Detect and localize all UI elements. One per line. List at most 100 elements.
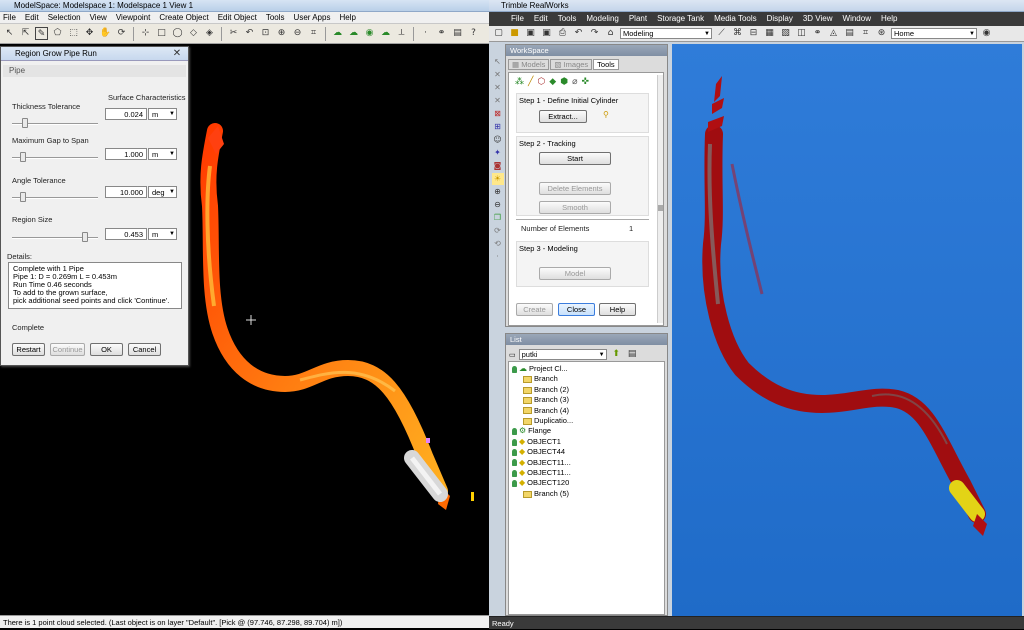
save-as-icon[interactable]: ▣ (540, 27, 553, 40)
fit-icon[interactable]: ◆ (549, 76, 556, 87)
surface-icon[interactable]: ⬢ (560, 76, 568, 87)
menu-viewpoint[interactable]: Viewpoint (116, 12, 151, 23)
help-icon[interactable]: ? (467, 27, 480, 40)
zoom-fit-icon[interactable]: ⊖ (291, 27, 304, 40)
details-textbox[interactable]: Complete with 1 Pipe Pipe 1: D = 0.269m … (8, 262, 182, 309)
list-item[interactable]: Branch (4) (512, 406, 661, 416)
tab-tools[interactable]: Tools (593, 59, 619, 70)
cross2-icon[interactable]: ✕ (492, 82, 504, 94)
clip-icon[interactable]: ▧ (779, 27, 792, 40)
angle-tolerance-input[interactable]: 10.000 (105, 186, 147, 198)
list-combo[interactable]: putki ▼ (518, 349, 607, 360)
thickness-tolerance-unit[interactable]: m ▼ (148, 108, 177, 120)
pan-icon[interactable]: ✋ (99, 27, 112, 40)
view-icon[interactable]: ◫ (795, 27, 808, 40)
cursor-icon[interactable]: ↖ (3, 27, 16, 40)
grid-icon[interactable]: ⌗ (859, 27, 872, 40)
folder-up-icon[interactable]: ⬆ (610, 348, 623, 361)
filter-icon[interactable]: ⌘ (731, 27, 744, 40)
region-size-thumb[interactable] (82, 232, 89, 242)
menu-file[interactable]: File (3, 12, 16, 23)
rotate-icon[interactable]: ⟳ (115, 27, 128, 40)
extract-button[interactable]: Extract... (539, 110, 587, 123)
menu-display[interactable]: Display (767, 12, 793, 26)
start-button[interactable]: Start (539, 152, 611, 165)
menu-edit[interactable]: Edit (25, 12, 39, 23)
menu-3d-view[interactable]: 3D View (803, 12, 833, 26)
line-icon[interactable]: ╱ (528, 76, 533, 87)
list-item[interactable]: Branch (2) (512, 385, 661, 395)
menu-edit-object[interactable]: Edit Object (218, 12, 257, 23)
rect-select-icon[interactable]: ⬚ (67, 27, 80, 40)
list-item[interactable]: Branch (3) (512, 395, 661, 405)
new-icon[interactable]: ▢ (492, 27, 505, 40)
scan-icon[interactable]: ⊞ (492, 121, 504, 133)
list-item[interactable]: ◆ OBJECT44 (512, 447, 661, 457)
max-gap-input[interactable]: 1.000 (105, 148, 147, 160)
menu-tools[interactable]: Tools (266, 12, 285, 23)
menu-media-tools[interactable]: Media Tools (714, 12, 757, 26)
smooth-button[interactable]: Smooth (539, 201, 611, 214)
menu-create-object[interactable]: Create Object (159, 12, 208, 23)
realworks-viewport[interactable] (672, 44, 1022, 616)
cancel-button[interactable]: Cancel (128, 343, 161, 356)
max-gap-thumb[interactable] (20, 152, 26, 162)
list-item[interactable]: ◆ OBJECT11... (512, 468, 661, 478)
link-icon[interactable]: ⚭ (435, 27, 448, 40)
open-icon[interactable]: ■ (508, 27, 521, 40)
select-icon[interactable]: ⇱ (19, 27, 32, 40)
node-icon[interactable]: ◈ (203, 27, 216, 40)
visibility-bulb-icon[interactable] (512, 438, 517, 446)
view-mode-icon[interactable]: ▤ (626, 348, 639, 361)
menu-plant[interactable]: Plant (629, 12, 647, 26)
mesh-icon[interactable]: ◉ (363, 27, 376, 40)
crosshair-icon[interactable]: ⊹ (139, 27, 152, 40)
zoom-out-icon[interactable]: ⊖ (492, 199, 504, 211)
axes-icon[interactable]: ✦ (492, 147, 504, 159)
redo-icon[interactable]: ↷ (588, 27, 601, 40)
max-gap-unit[interactable]: m ▼ (148, 148, 177, 160)
diamond-icon[interactable]: ◇ (187, 27, 200, 40)
cylinder-icon[interactable]: ⌀ (572, 76, 577, 87)
model-button[interactable]: Model (539, 267, 611, 280)
cut-icon[interactable]: ✂ (227, 27, 240, 40)
continue-button[interactable]: Continue (50, 343, 85, 356)
cut-plane-icon[interactable]: ⊟ (747, 27, 760, 40)
visibility-bulb-icon[interactable] (512, 428, 517, 436)
scroll-thumb[interactable] (658, 205, 663, 211)
ok-button[interactable]: OK (90, 343, 123, 356)
menu-user-apps[interactable]: User Apps (294, 12, 331, 23)
print-icon[interactable]: ⎙ (556, 27, 569, 40)
shape-icon[interactable]: ⬡ (537, 76, 545, 87)
list-item[interactable]: ◆ OBJECT11... (512, 458, 661, 468)
cloud-icon[interactable]: ☁ (331, 27, 344, 40)
measure-icon[interactable]: ⟂ (395, 27, 408, 40)
save-icon[interactable]: ▣ (524, 27, 537, 40)
person-icon[interactable]: ☺ (492, 134, 504, 146)
zoom-box-icon[interactable]: ⊠ (492, 108, 504, 120)
restart-button[interactable]: Restart (12, 343, 45, 356)
visibility-bulb-icon[interactable] (512, 459, 517, 467)
close-icon[interactable]: ✕ (170, 47, 184, 60)
menu-tools[interactable]: Tools (558, 12, 577, 26)
region-size-unit[interactable]: m ▼ (148, 228, 177, 240)
list-item[interactable]: ◆ OBJECT120 (512, 478, 661, 488)
polygon-icon[interactable]: ⬠ (51, 27, 64, 40)
list-item[interactable]: ◆ OBJECT1 (512, 437, 661, 447)
tab-models[interactable]: ▦ Models (508, 59, 550, 70)
visibility-bulb-icon[interactable] (512, 365, 517, 373)
layer-icon[interactable]: ▤ (451, 27, 464, 40)
cloud-points-icon[interactable]: ⁂ (515, 76, 524, 87)
delete-elements-button[interactable]: Delete Elements (539, 182, 611, 195)
point-icon[interactable]: · (419, 27, 432, 40)
tape-icon[interactable]: ⟋ (715, 27, 728, 40)
thickness-tolerance-thumb[interactable] (21, 118, 28, 128)
list-item[interactable]: Branch (5) (512, 489, 661, 499)
cloud3-icon[interactable]: ☁ (379, 27, 392, 40)
station-icon[interactable]: ⊛ (875, 27, 888, 40)
point-icon[interactable]: · (492, 251, 504, 263)
tools-scrollbar[interactable] (657, 75, 663, 323)
box-icon[interactable]: ▦ (763, 27, 776, 40)
close-button[interactable]: Close (558, 303, 595, 316)
visibility-bulb-icon[interactable] (512, 469, 517, 477)
